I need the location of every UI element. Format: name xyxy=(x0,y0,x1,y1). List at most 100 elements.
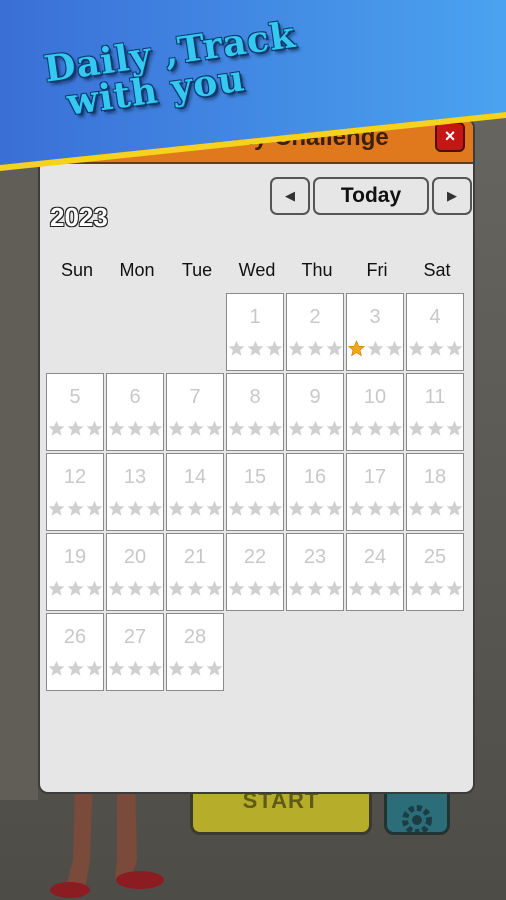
day-stars xyxy=(107,660,163,677)
day-cell[interactable]: 5 xyxy=(46,373,104,451)
star-empty-icon xyxy=(228,420,244,436)
star-empty-icon xyxy=(386,500,402,516)
star-empty-icon xyxy=(386,580,402,596)
day-cell[interactable]: 15 xyxy=(226,453,284,531)
star-empty-icon xyxy=(48,660,64,676)
day-cell[interactable]: 2 xyxy=(286,293,344,371)
weekday-header: Sun Mon Tue Wed Thu Fri Sat xyxy=(47,260,467,284)
day-stars xyxy=(47,660,103,677)
day-stars xyxy=(47,420,103,437)
star-empty-icon xyxy=(427,420,443,436)
star-empty-icon xyxy=(146,420,162,436)
star-empty-icon xyxy=(326,420,342,436)
day-stars xyxy=(287,420,343,437)
day-stars xyxy=(47,580,103,597)
day-stars xyxy=(227,340,283,357)
day-number: 1 xyxy=(249,306,261,328)
star-empty-icon xyxy=(288,420,304,436)
star-empty-icon xyxy=(367,340,383,356)
star-empty-icon xyxy=(168,500,184,516)
day-stars xyxy=(347,580,403,597)
weekday-tue: Tue xyxy=(181,260,213,280)
day-number: 11 xyxy=(424,386,446,408)
day-cell[interactable]: 7 xyxy=(166,373,224,451)
star-empty-icon xyxy=(348,420,364,436)
day-cell[interactable]: 4 xyxy=(406,293,464,371)
star-empty-icon xyxy=(288,340,304,356)
day-cell[interactable]: 25 xyxy=(406,533,464,611)
day-number: 9 xyxy=(309,386,321,408)
day-cell[interactable]: 20 xyxy=(106,533,164,611)
star-empty-icon xyxy=(187,500,203,516)
day-cell[interactable]: 8 xyxy=(226,373,284,451)
day-cell[interactable]: 19 xyxy=(46,533,104,611)
day-number: 10 xyxy=(363,386,387,408)
star-empty-icon xyxy=(86,420,102,436)
star-empty-icon xyxy=(146,660,162,676)
day-cell[interactable]: 11 xyxy=(406,373,464,451)
day-cell[interactable]: 18 xyxy=(406,453,464,531)
star-empty-icon xyxy=(307,580,323,596)
star-empty-icon xyxy=(288,500,304,516)
weekday-fri: Fri xyxy=(366,260,388,280)
day-cell[interactable]: 22 xyxy=(226,533,284,611)
star-empty-icon xyxy=(446,420,462,436)
next-month-button[interactable]: ▶ xyxy=(432,177,472,215)
day-cell[interactable]: 9 xyxy=(286,373,344,451)
star-empty-icon xyxy=(386,340,402,356)
day-stars xyxy=(407,420,463,437)
star-empty-icon xyxy=(446,340,462,356)
day-number: 22 xyxy=(243,546,267,568)
star-empty-icon xyxy=(367,580,383,596)
star-empty-icon xyxy=(228,500,244,516)
day-number: 16 xyxy=(303,466,327,488)
day-cell[interactable]: 28 xyxy=(166,613,224,691)
star-empty-icon xyxy=(228,340,244,356)
day-cell[interactable]: 21 xyxy=(166,533,224,611)
day-cell[interactable]: 6 xyxy=(106,373,164,451)
day-cell[interactable]: 26 xyxy=(46,613,104,691)
star-empty-icon xyxy=(288,580,304,596)
day-cell[interactable]: 3 xyxy=(346,293,404,371)
day-cell[interactable]: 24 xyxy=(346,533,404,611)
day-stars xyxy=(347,420,403,437)
day-cell[interactable]: 10 xyxy=(346,373,404,451)
star-empty-icon xyxy=(266,340,282,356)
star-empty-icon xyxy=(247,420,263,436)
day-cell[interactable]: 23 xyxy=(286,533,344,611)
day-number: 15 xyxy=(243,466,267,488)
star-empty-icon xyxy=(326,340,342,356)
day-cell[interactable]: 12 xyxy=(46,453,104,531)
star-empty-icon xyxy=(348,580,364,596)
star-empty-icon xyxy=(127,660,143,676)
day-number: 8 xyxy=(249,386,261,408)
day-stars xyxy=(227,420,283,437)
day-cell[interactable]: 14 xyxy=(166,453,224,531)
day-cell[interactable]: 27 xyxy=(106,613,164,691)
day-stars xyxy=(167,580,223,597)
star-empty-icon xyxy=(307,340,323,356)
day-cell[interactable]: 1 xyxy=(226,293,284,371)
star-empty-icon xyxy=(326,580,342,596)
star-empty-icon xyxy=(266,500,282,516)
star-empty-icon xyxy=(127,580,143,596)
star-empty-icon xyxy=(86,660,102,676)
day-stars xyxy=(287,340,343,357)
day-stars xyxy=(47,500,103,517)
day-cell[interactable]: 16 xyxy=(286,453,344,531)
star-filled-icon xyxy=(347,340,365,357)
star-empty-icon xyxy=(326,500,342,516)
star-empty-icon xyxy=(187,660,203,676)
day-stars xyxy=(287,500,343,517)
prev-month-button[interactable]: ◀ xyxy=(270,177,310,215)
star-empty-icon xyxy=(67,580,83,596)
day-cell[interactable]: 13 xyxy=(106,453,164,531)
star-empty-icon xyxy=(67,660,83,676)
day-stars xyxy=(287,580,343,597)
today-button[interactable]: Today xyxy=(313,177,429,215)
day-cell[interactable]: 17 xyxy=(346,453,404,531)
star-empty-icon xyxy=(108,500,124,516)
day-number: 23 xyxy=(303,546,327,568)
star-empty-icon xyxy=(386,420,402,436)
star-empty-icon xyxy=(67,420,83,436)
